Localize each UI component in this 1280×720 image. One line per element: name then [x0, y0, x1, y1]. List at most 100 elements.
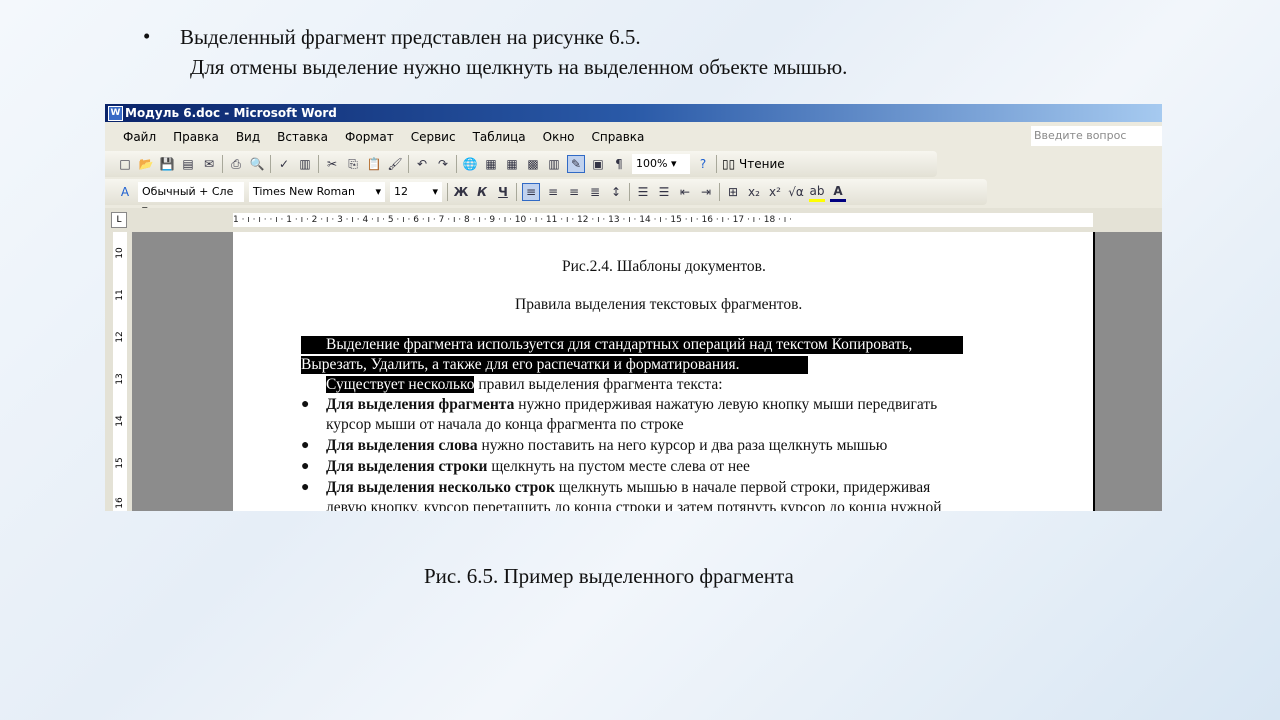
drawing-icon[interactable]: ✎	[567, 155, 585, 173]
word-icon: W	[108, 106, 123, 121]
paragraph-text: правил выделения фрагмента текста:	[474, 376, 723, 393]
ask-question-input[interactable]: Введите вопрос	[1031, 126, 1162, 146]
show-hide-icon[interactable]: ¶	[611, 156, 627, 172]
equation-icon[interactable]: √α	[788, 184, 804, 200]
research-icon[interactable]: ▥	[297, 156, 313, 172]
reading-button[interactable]: ▯▯ Чтение	[722, 157, 785, 171]
menu-format[interactable]: Формат	[345, 130, 394, 144]
bold-button[interactable]: Ж	[453, 184, 469, 200]
word-screenshot: W Модуль 6.doc - Microsoft Word Файл Прав…	[105, 104, 1162, 511]
slide-bullet: •	[143, 24, 151, 48]
font-size-select[interactable]: 12 ▾	[390, 182, 442, 202]
menu-bar: Файл Правка Вид Вставка Формат Сервис Та…	[105, 124, 1162, 150]
font-color-icon[interactable]: A	[830, 183, 846, 202]
slide-text-line2: Для отмены выделение нужно щелкнуть на в…	[190, 55, 848, 79]
bullet: ●	[301, 480, 310, 495]
font-select[interactable]: Times New Roman ▾	[249, 182, 385, 202]
bullets-icon[interactable]: ☰	[656, 184, 672, 200]
figure-caption: Рис.2.4. Шаблоны документов.	[562, 258, 766, 275]
insert-excel-icon[interactable]: ▩	[525, 156, 541, 172]
decrease-indent-icon[interactable]: ⇤	[677, 184, 693, 200]
list-text: щелкнуть мышью в начале первой строки, п…	[554, 479, 931, 496]
columns-icon[interactable]: ▥	[546, 156, 562, 172]
copy-icon[interactable]: ⎘	[345, 156, 361, 172]
list-text: курсор мыши от начала до конца фрагмента…	[326, 416, 684, 433]
bold-text: Для выделения строки	[326, 458, 488, 475]
redo-icon[interactable]: ↷	[435, 156, 451, 172]
styles-icon[interactable]: A	[117, 184, 133, 200]
selected-text: Существует несколько	[326, 376, 475, 393]
bullet: ●	[301, 438, 310, 453]
print-preview-icon[interactable]: 🔍	[249, 156, 265, 172]
title-bar: W Модуль 6.doc - Microsoft Word	[105, 104, 1162, 122]
standard-toolbar: □ 📂 💾 ▤ ✉ ⎙ 🔍 ✓ ▥ ✂ ⎘ 📋 🖌 ↶ ↷ 🌐 ▦ ▦ ▩ ▥ ✎ ▣ ¶ 100% ▾ ? ▯▯…	[105, 151, 937, 177]
style-select[interactable]: Обычный + Сле ▾	[138, 182, 244, 216]
new-icon[interactable]: □	[117, 156, 133, 172]
save-icon[interactable]: 💾	[159, 156, 175, 172]
hyperlink-icon[interactable]: 🌐	[462, 156, 478, 172]
list-text: нужно придерживая нажатую левую кнопку м…	[514, 396, 938, 413]
align-right-icon[interactable]: ≡	[566, 184, 582, 200]
email-icon[interactable]: ✉	[201, 156, 217, 172]
undo-icon[interactable]: ↶	[414, 156, 430, 172]
doc-heading: Правила выделения текстовых фрагментов.	[515, 296, 803, 313]
bullet: ●	[301, 459, 310, 474]
line-spacing-icon[interactable]: ↕	[608, 184, 624, 200]
zoom-select[interactable]: 100% ▾	[632, 154, 690, 174]
permission-icon[interactable]: ▤	[180, 156, 196, 172]
insert-table-icon[interactable]: ▦	[504, 156, 520, 172]
bullet: ●	[301, 397, 310, 412]
vruler-label: 12	[115, 331, 125, 343]
superscript-icon[interactable]: x²	[767, 184, 783, 200]
align-center-icon[interactable]: ≡	[545, 184, 561, 200]
justify-icon[interactable]: ≣	[587, 184, 603, 200]
formatting-toolbar: A Обычный + Сле ▾ Times New Roman▾ 12▾ Ж…	[105, 179, 987, 216]
document-map-icon[interactable]: ▣	[590, 156, 606, 172]
paste-icon[interactable]: 📋	[366, 156, 382, 172]
italic-button[interactable]: К	[474, 184, 490, 200]
tables-borders-icon[interactable]: ▦	[483, 156, 499, 172]
underline-button[interactable]: Ч	[495, 184, 511, 200]
numbering-icon[interactable]: ☰	[635, 184, 651, 200]
vertical-ruler[interactable]: 10 11 12 13 14 15 16	[105, 232, 132, 511]
selected-text: Вырезать, Удалить, а также для его распе…	[301, 356, 808, 374]
bold-text: Для выделения фрагмента	[326, 396, 515, 413]
borders-icon[interactable]: ⊞	[725, 184, 741, 200]
menu-insert[interactable]: Вставка	[277, 130, 328, 144]
horizontal-ruler[interactable]: L 1 · ı · ı · · ı · 1 · ı · 2 · ı · 3 · …	[105, 208, 1162, 232]
help-icon[interactable]: ?	[695, 156, 711, 172]
menu-file[interactable]: Файл	[123, 130, 156, 144]
ruler-scale: 1 · ı · ı · · ı · 1 · ı · 2 · ı · 3 · ı …	[233, 213, 1093, 227]
increase-indent-icon[interactable]: ⇥	[698, 184, 714, 200]
vruler-label: 10	[115, 247, 125, 259]
bold-text: Для выделения несколько строк	[326, 479, 555, 496]
menu-window[interactable]: Окно	[543, 130, 575, 144]
tab-selector[interactable]: L	[111, 212, 127, 228]
align-left-icon[interactable]: ≡	[522, 183, 540, 201]
menu-help[interactable]: Справка	[592, 130, 645, 144]
open-icon[interactable]: 📂	[138, 156, 154, 172]
menu-tools[interactable]: Сервис	[411, 130, 456, 144]
print-icon[interactable]: ⎙	[228, 156, 244, 172]
vruler-label: 13	[115, 373, 125, 385]
vruler-label: 11	[115, 289, 125, 301]
figure-caption-slide: Рис. 6.5. Пример выделенного фрагмента	[424, 564, 794, 588]
window-title: Модуль 6.doc - Microsoft Word	[125, 106, 337, 120]
subscript-icon[interactable]: x₂	[746, 184, 762, 200]
menu-edit[interactable]: Правка	[173, 130, 219, 144]
spelling-icon[interactable]: ✓	[276, 156, 292, 172]
selected-text: Выделение фрагмента используется для ста…	[301, 336, 963, 354]
menu-table[interactable]: Таблица	[473, 130, 526, 144]
bold-text: Для выделения слова	[326, 437, 478, 454]
list-text: нужно поставить на него курсор и два раз…	[477, 437, 888, 454]
format-painter-icon[interactable]: 🖌	[387, 156, 403, 172]
menu-view[interactable]: Вид	[236, 130, 260, 144]
vruler-label: 14	[115, 415, 125, 427]
document-page[interactable]: Рис.2.4. Шаблоны документов. Правила выд…	[233, 232, 1095, 511]
vruler-label: 16	[115, 497, 125, 509]
cut-icon[interactable]: ✂	[324, 156, 340, 172]
slide-text-line1: Выделенный фрагмент представлен на рисун…	[180, 25, 641, 49]
highlight-icon[interactable]: ab	[809, 183, 825, 202]
list-text: щелкнуть на пустом месте слева от нее	[487, 458, 750, 475]
vruler-label: 15	[115, 457, 125, 469]
